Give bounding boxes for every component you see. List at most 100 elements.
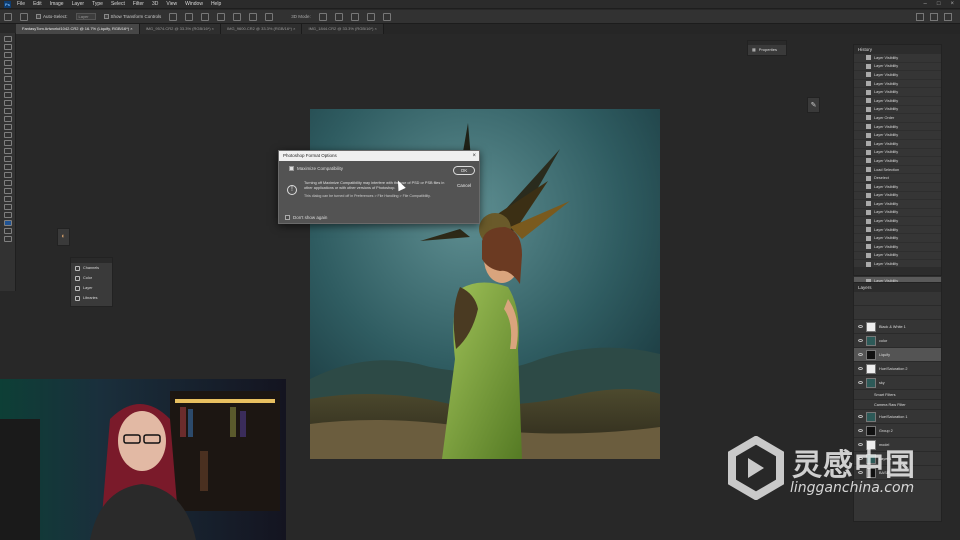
tab-img-1844[interactable]: IMG_1844.CR2 @ 33.3% (RGB/16*) × bbox=[302, 24, 384, 34]
color-swatches-icon[interactable] bbox=[3, 220, 12, 226]
type-tool-icon[interactable] bbox=[3, 164, 12, 170]
stamp-tool-icon[interactable] bbox=[3, 108, 12, 114]
visibility-eye-icon[interactable] bbox=[858, 381, 863, 384]
color-panel-button[interactable]: Color bbox=[71, 273, 112, 283]
history-row[interactable]: Layer Visibility bbox=[854, 226, 941, 235]
visibility-eye-icon[interactable] bbox=[858, 367, 863, 370]
history-panel-title[interactable]: History bbox=[854, 45, 941, 54]
layer-sub-row[interactable]: Smart Filters bbox=[854, 390, 941, 400]
history-brush-tool-icon[interactable] bbox=[3, 116, 12, 122]
marquee-tool-icon[interactable] bbox=[3, 44, 12, 50]
history-row[interactable]: Layer Visibility bbox=[854, 234, 941, 244]
eyedropper-tool-icon[interactable] bbox=[3, 84, 12, 90]
history-row[interactable]: Layer Visibility bbox=[854, 106, 941, 115]
history-row[interactable]: Layer Visibility bbox=[854, 71, 941, 80]
orbit-icon[interactable] bbox=[318, 12, 327, 21]
visibility-eye-icon[interactable] bbox=[858, 415, 863, 418]
minimize-icon[interactable]: – bbox=[924, 1, 927, 7]
more-tools-icon[interactable] bbox=[3, 204, 12, 210]
history-row[interactable]: Layer Visibility bbox=[854, 80, 941, 89]
transform-controls-checkbox[interactable]: Show Transform Controls bbox=[103, 14, 161, 19]
menu-3d[interactable]: 3D bbox=[152, 1, 158, 7]
menu-image[interactable]: Image bbox=[50, 1, 64, 7]
menu-window[interactable]: Window bbox=[185, 1, 203, 7]
libraries-panel-button[interactable]: Libraries bbox=[71, 293, 112, 303]
crop-tool-icon[interactable] bbox=[3, 68, 12, 74]
align-bottom-icon[interactable] bbox=[249, 12, 258, 21]
history-row[interactable]: Layer Visibility bbox=[854, 243, 941, 252]
frame-tool-icon[interactable] bbox=[3, 76, 12, 82]
search-icon[interactable] bbox=[916, 13, 924, 21]
share-icon[interactable] bbox=[944, 13, 952, 21]
dodge-tool-icon[interactable] bbox=[3, 148, 12, 154]
gradient-tool-icon[interactable] bbox=[3, 132, 12, 138]
menu-edit[interactable]: Edit bbox=[33, 1, 42, 7]
cancel-button[interactable]: Cancel bbox=[453, 181, 475, 190]
menu-layer[interactable]: Layer bbox=[72, 1, 85, 7]
menu-filter[interactable]: Filter bbox=[133, 1, 144, 7]
path-select-tool-icon[interactable] bbox=[3, 172, 12, 178]
history-row[interactable]: Layer Visibility bbox=[854, 140, 941, 149]
screen-mode-icon[interactable] bbox=[3, 236, 12, 242]
auto-select-checkbox[interactable]: Auto-Select: bbox=[36, 14, 68, 19]
dialog-close-icon[interactable]: × bbox=[472, 151, 476, 161]
history-row[interactable]: Layer Visibility bbox=[854, 63, 941, 72]
align-center-icon[interactable] bbox=[185, 12, 194, 21]
pen-tool-icon[interactable] bbox=[3, 156, 12, 162]
quick-mask-icon[interactable] bbox=[3, 228, 12, 234]
menu-view[interactable]: View bbox=[166, 1, 177, 7]
lasso-tool-icon[interactable] bbox=[3, 52, 12, 58]
history-row[interactable]: Layer Visibility bbox=[854, 54, 941, 63]
zoom-tool-icon[interactable] bbox=[3, 196, 12, 202]
history-row[interactable]: Layer Visibility bbox=[854, 88, 941, 97]
history-row[interactable]: Layer Visibility bbox=[854, 252, 941, 261]
quick-select-tool-icon[interactable] bbox=[3, 60, 12, 66]
history-row[interactable]: Load Selection bbox=[854, 166, 941, 175]
move-tool-icon[interactable] bbox=[3, 36, 12, 42]
align-top-icon[interactable] bbox=[217, 12, 226, 21]
channels-panel-button[interactable]: Channels bbox=[71, 263, 112, 273]
tab-img-9600[interactable]: IMG_9600.CR2 @ 33.3% (RGB/16*) × bbox=[221, 24, 303, 34]
history-row[interactable]: Layer Visibility bbox=[854, 200, 941, 209]
eraser-tool-icon[interactable] bbox=[3, 124, 12, 130]
history-row[interactable]: Layer Visibility bbox=[854, 217, 941, 226]
menu-help[interactable]: Help bbox=[211, 1, 221, 7]
workspace-icon[interactable] bbox=[930, 13, 938, 21]
align-middle-icon[interactable] bbox=[233, 12, 242, 21]
dont-show-again-checkbox[interactable]: Don't show again bbox=[285, 215, 327, 220]
properties-item[interactable]: ▦ Properties bbox=[748, 45, 786, 55]
home-icon[interactable] bbox=[4, 12, 12, 21]
layer-sub-row[interactable]: Camera Raw Filter bbox=[854, 400, 941, 410]
slide-icon[interactable] bbox=[366, 12, 375, 21]
history-row[interactable]: Layer Visibility bbox=[854, 131, 941, 140]
menu-file[interactable]: File bbox=[17, 1, 25, 7]
healing-tool-icon[interactable] bbox=[3, 92, 12, 98]
adjustments-collapsed-panel[interactable]: ✎ bbox=[807, 97, 820, 113]
menu-type[interactable]: Type bbox=[92, 1, 103, 7]
properties-collapsed-panel[interactable]: ▦ Properties bbox=[747, 40, 787, 56]
tab-img-9574[interactable]: IMG_9574.CR2 @ 33.3% (RGB/16*) × bbox=[139, 24, 222, 34]
move-tool-icon[interactable] bbox=[20, 12, 28, 21]
layer-row[interactable]: Black & White 1 bbox=[854, 320, 941, 334]
history-row[interactable]: Layer Visibility bbox=[854, 123, 941, 132]
layer-row[interactable]: Liquify bbox=[854, 348, 941, 362]
history-row[interactable]: Deselect bbox=[854, 174, 941, 183]
layer-panel-button[interactable]: Layer bbox=[71, 283, 112, 293]
maximize-icon[interactable]: □ bbox=[937, 1, 941, 7]
history-row[interactable]: Layer Visibility bbox=[854, 149, 941, 158]
scale-icon[interactable] bbox=[382, 12, 391, 21]
close-icon[interactable]: × bbox=[950, 1, 954, 7]
blur-tool-icon[interactable] bbox=[3, 140, 12, 146]
layer-row[interactable]: Hue/Saturation 2 bbox=[854, 362, 941, 376]
visibility-eye-icon[interactable] bbox=[858, 325, 863, 328]
align-left-icon[interactable] bbox=[169, 12, 178, 21]
layer-row[interactable]: sky bbox=[854, 376, 941, 390]
history-row[interactable]: Layer Visibility bbox=[854, 209, 941, 218]
roll-icon[interactable] bbox=[334, 12, 343, 21]
history-row[interactable]: Layer Visibility bbox=[854, 192, 941, 201]
layer-filter-controls[interactable] bbox=[854, 292, 941, 306]
layer-row[interactable]: color bbox=[854, 334, 941, 348]
ok-button[interactable]: OK bbox=[453, 166, 475, 175]
align-right-icon[interactable] bbox=[201, 12, 210, 21]
shape-tool-icon[interactable] bbox=[3, 180, 12, 186]
